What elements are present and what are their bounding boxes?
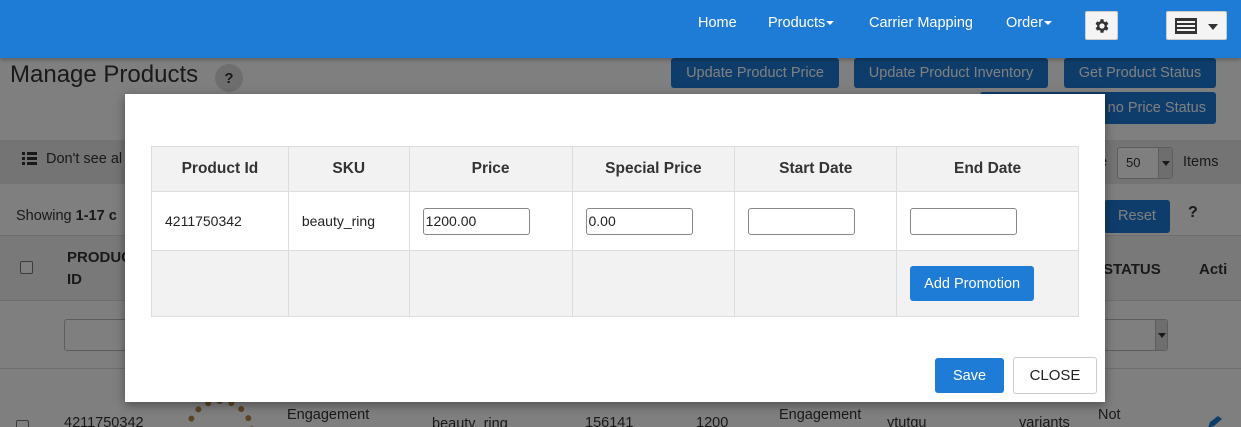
empty-cell bbox=[287, 250, 410, 317]
header-price: Price bbox=[408, 146, 573, 192]
promotion-modal: Product Id SKU Price Special Price Start… bbox=[125, 94, 1105, 402]
empty-cell bbox=[734, 250, 898, 317]
table-row: Add Promotion bbox=[151, 250, 1079, 317]
cell-end-date bbox=[896, 191, 1079, 251]
nav-products[interactable]: Products bbox=[768, 14, 835, 32]
caret-down-icon bbox=[1208, 24, 1218, 30]
empty-cell bbox=[408, 250, 573, 317]
header-start-date: Start Date bbox=[734, 146, 898, 192]
nav-products-label: Products bbox=[768, 15, 826, 31]
price-input[interactable] bbox=[422, 207, 530, 235]
settings-button[interactable] bbox=[1085, 11, 1118, 40]
nav-home[interactable]: Home bbox=[698, 14, 737, 32]
empty-cell bbox=[571, 250, 736, 317]
cell-product-id: 4211750342 bbox=[151, 191, 289, 251]
caret-down-icon bbox=[1044, 21, 1053, 26]
save-button[interactable]: Save bbox=[935, 358, 1004, 393]
cell-add-promotion: Add Promotion bbox=[896, 250, 1079, 317]
user-menu-button[interactable] bbox=[1166, 11, 1227, 40]
user-card-icon bbox=[1175, 18, 1197, 34]
add-promotion-button[interactable]: Add Promotion bbox=[910, 266, 1035, 301]
promotion-table-header: Product Id SKU Price Special Price Start… bbox=[151, 146, 1079, 192]
header-product-id: Product Id bbox=[151, 146, 289, 192]
table-row: 4211750342 beauty_ring bbox=[151, 191, 1079, 251]
header-sku: SKU bbox=[287, 146, 410, 192]
top-navbar: Home Products Carrier Mapping Order bbox=[0, 0, 1241, 58]
empty-cell bbox=[151, 250, 289, 317]
caret-down-icon bbox=[826, 21, 835, 26]
nav-carrier-mapping[interactable]: Carrier Mapping bbox=[869, 14, 973, 32]
nav-order[interactable]: Order bbox=[1006, 14, 1053, 32]
header-special-price: Special Price bbox=[571, 146, 736, 192]
cell-special-price bbox=[571, 191, 736, 251]
special-price-input[interactable] bbox=[585, 207, 693, 235]
start-date-input[interactable] bbox=[748, 207, 856, 235]
promotion-table: Product Id SKU Price Special Price Start… bbox=[151, 146, 1079, 317]
cell-start-date bbox=[734, 191, 898, 251]
gear-icon bbox=[1095, 18, 1108, 33]
cell-price bbox=[408, 191, 573, 251]
nav-order-label: Order bbox=[1006, 15, 1044, 31]
end-date-input[interactable] bbox=[910, 207, 1018, 235]
close-button[interactable]: CLOSE bbox=[1013, 357, 1097, 394]
header-end-date: End Date bbox=[896, 146, 1079, 192]
cell-sku: beauty_ring bbox=[287, 191, 410, 251]
